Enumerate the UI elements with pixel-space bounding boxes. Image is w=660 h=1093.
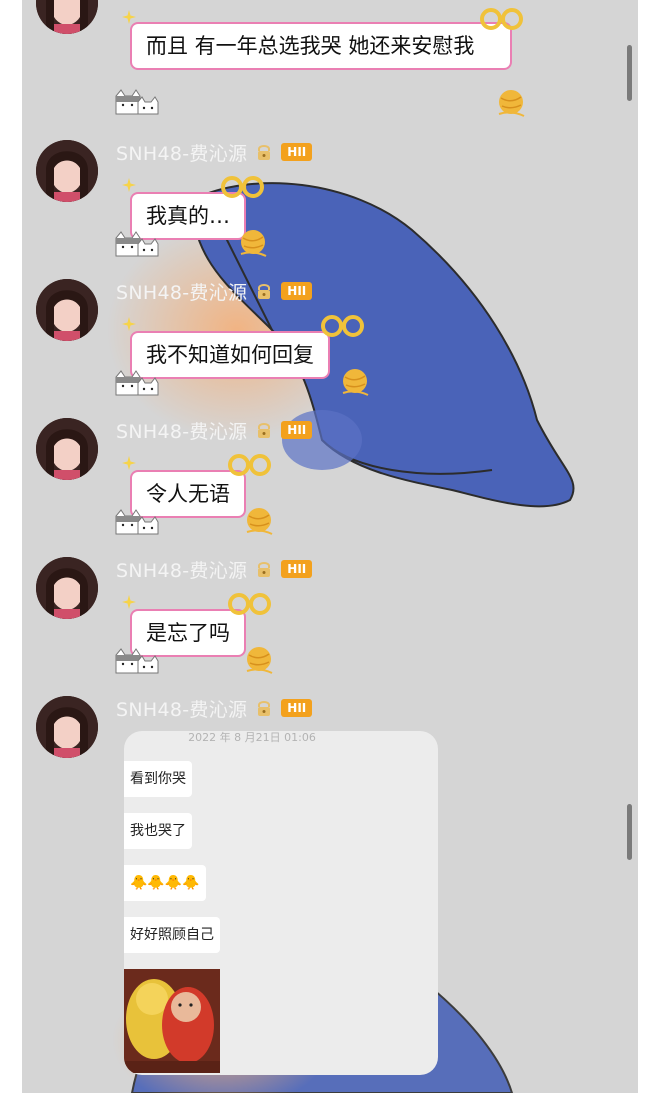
message-bubble[interactable]: 我不知道如何回复 [130,331,330,379]
avatar[interactable] [36,279,98,341]
teletubbies-sticker-image[interactable] [124,969,220,1073]
avatar[interactable] [36,418,98,480]
cats-icon [115,89,159,115]
level-badge: HII [281,699,313,717]
sender-row: SNH48-费沁源 HII [116,417,313,444]
cats-icon [115,509,159,535]
rings-icon [228,593,271,615]
lock-icon [258,145,271,160]
message-text: 是忘了吗 [146,621,230,645]
cats-icon [115,648,159,674]
avatar[interactable] [36,557,98,619]
avatar[interactable] [36,0,98,34]
yarn-ball-icon [246,647,273,674]
sender-row: SNH48-费沁源 HII [116,278,313,305]
quote-message: 我也哭了 [124,813,192,849]
rings-icon [321,315,364,337]
quote-message: 🐥🐥🐥🐥 [124,865,206,901]
sender-name[interactable]: SNH48-费沁源 [116,278,247,305]
lock-icon [258,423,271,438]
avatar[interactable] [36,140,98,202]
rings-icon [221,176,264,198]
rings-icon [480,8,523,30]
level-badge: HII [281,282,313,300]
scrollbar-top[interactable] [627,45,632,101]
sender-row: SNH48-费沁源 HII [116,695,313,722]
level-badge: HII [281,143,313,161]
chat-area: 而且 有一年总选我哭 她还来安慰我 SNH48-费沁源 HII 我真的… SNH… [22,0,638,1093]
yarn-ball-icon [342,369,369,396]
message-text: 我真的… [146,204,230,228]
message-text: 我不知道如何回复 [146,343,314,367]
sender-name[interactable]: SNH48-费沁源 [116,417,247,444]
sparkle-icon [122,317,136,331]
sender-row: SNH48-费沁源 HII [116,139,313,166]
message-text: 令人无语 [146,482,230,506]
sparkle-icon [122,178,136,192]
scrollbar-bottom[interactable] [627,804,632,860]
sparkle-icon [122,595,136,609]
message-text: 而且 有一年总选我哭 她还来安慰我 [146,34,475,58]
yarn-ball-icon [246,508,273,535]
level-badge: HII [281,421,313,439]
level-badge: HII [281,560,313,578]
cats-icon [115,231,159,257]
rings-icon [228,454,271,476]
quote-message: 看到你哭 [124,761,192,797]
sender-name[interactable]: SNH48-费沁源 [116,139,247,166]
lock-icon [258,284,271,299]
yarn-ball-icon [498,90,525,117]
avatar[interactable] [36,696,98,758]
quote-message: 好好照顾自己 [124,917,220,953]
lock-icon [258,701,271,716]
cats-icon [115,370,159,396]
sender-row: SNH48-费沁源 HII [116,556,313,583]
yarn-ball-icon [240,230,267,257]
sparkle-icon [122,456,136,470]
lock-icon [258,562,271,577]
image-message[interactable]: 2022 年 8 月21日 01:06 看到你哭 我也哭了 🐥🐥🐥🐥 好好照顾自… [124,731,438,1075]
sender-name[interactable]: SNH48-费沁源 [116,556,247,583]
quote-timestamp: 2022 年 8 月21日 01:06 [188,731,316,744]
sender-name[interactable]: SNH48-费沁源 [116,695,247,722]
message-bubble[interactable]: 而且 有一年总选我哭 她还来安慰我 [130,22,512,70]
